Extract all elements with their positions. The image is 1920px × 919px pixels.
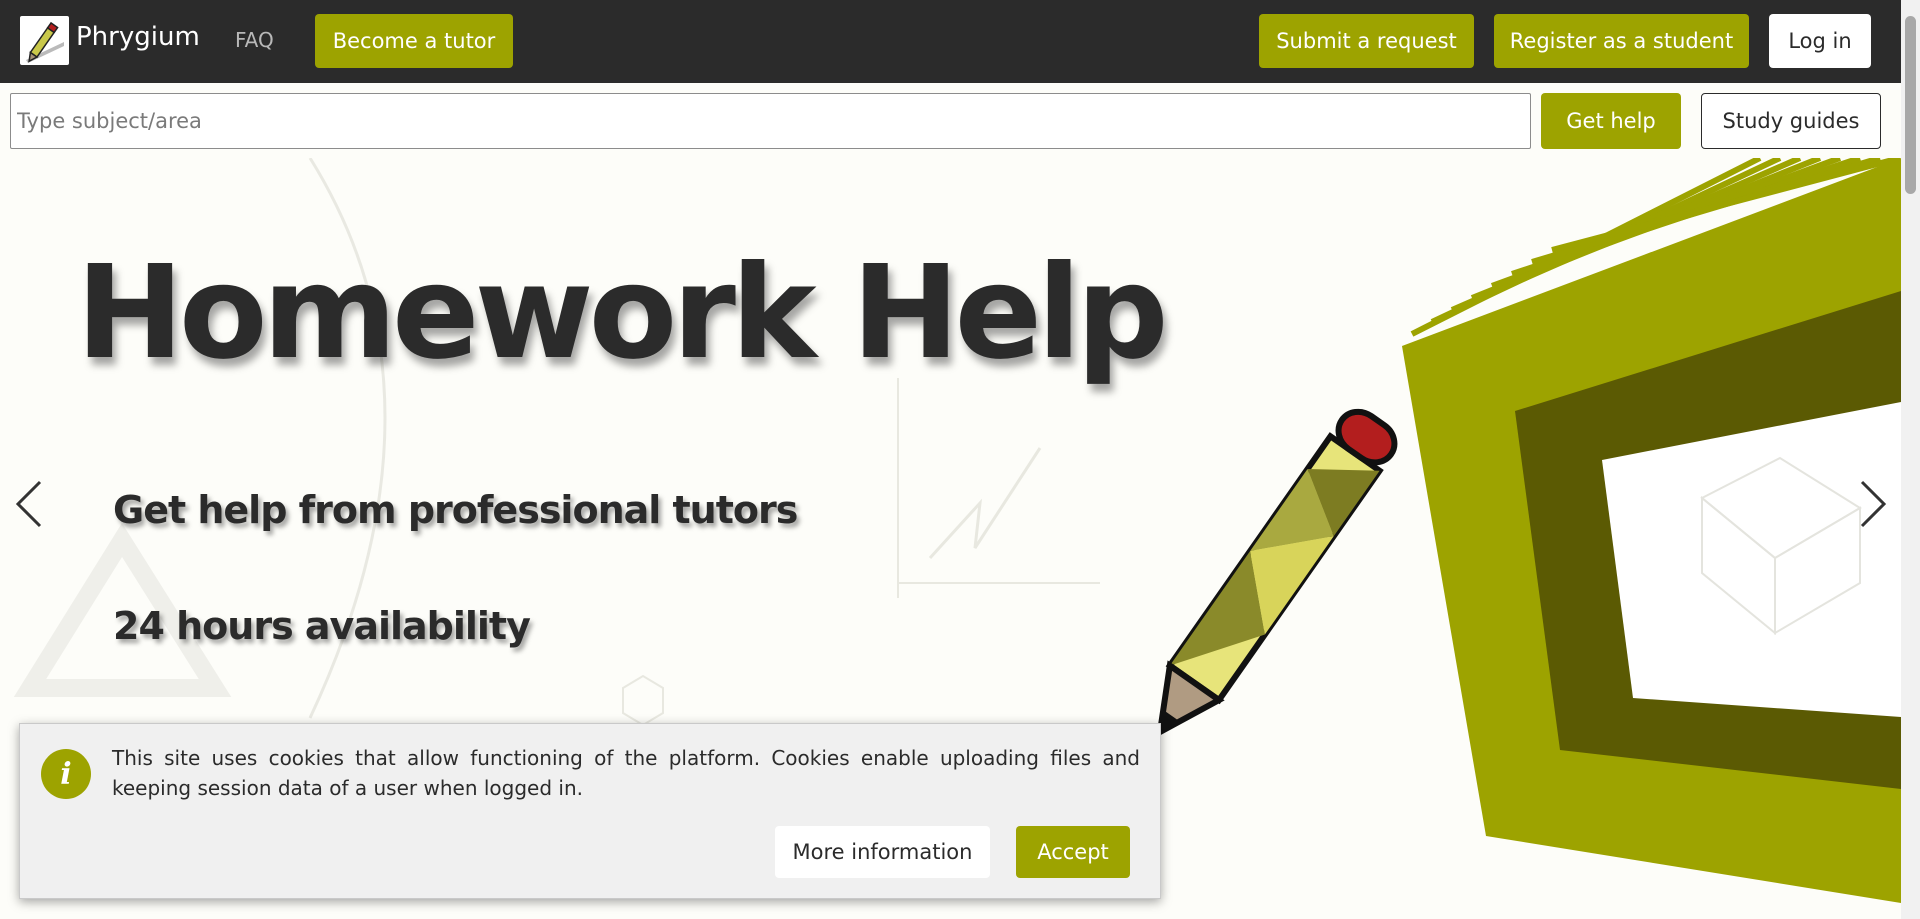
login-button[interactable]: Log in — [1769, 14, 1871, 68]
cookie-banner: i This site uses cookies that allow func… — [19, 723, 1161, 899]
brand-name[interactable]: Phrygium — [76, 22, 200, 52]
page-scrollbar[interactable] — [1901, 0, 1920, 919]
register-student-button[interactable]: Register as a student — [1494, 14, 1749, 68]
faq-link[interactable]: FAQ — [235, 28, 274, 52]
pencil-logo-icon[interactable] — [20, 16, 69, 65]
more-information-button[interactable]: More information — [775, 826, 990, 878]
become-tutor-button[interactable]: Become a tutor — [315, 14, 513, 68]
hero-title: Homework Help — [76, 238, 1169, 388]
submit-request-button[interactable]: Submit a request — [1259, 14, 1474, 68]
pencil-illustration — [1156, 408, 1398, 738]
hero-line-tutors: Get help from professional tutors — [113, 488, 798, 532]
hero-line-availability: 24 hours availability — [113, 604, 531, 648]
get-help-button[interactable]: Get help — [1541, 93, 1681, 149]
scrollbar-thumb[interactable] — [1905, 16, 1916, 194]
subject-search-input[interactable] — [10, 93, 1531, 149]
top-navbar: Phrygium FAQ Become a tutor Submit a req… — [0, 0, 1901, 83]
accept-cookies-button[interactable]: Accept — [1016, 826, 1130, 878]
cookie-message: This site uses cookies that allow functi… — [112, 746, 1140, 800]
chevron-left-icon[interactable] — [10, 474, 50, 534]
study-guides-button[interactable]: Study guides — [1701, 93, 1881, 149]
chevron-right-icon[interactable] — [1852, 474, 1892, 534]
info-icon: i — [41, 749, 91, 799]
